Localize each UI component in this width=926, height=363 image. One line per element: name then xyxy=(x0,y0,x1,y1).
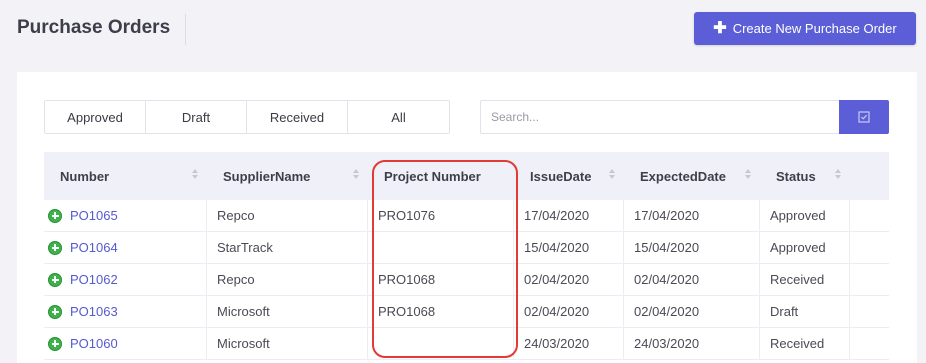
column-label: ExpectedDate xyxy=(640,168,726,184)
expand-row-icon[interactable] xyxy=(48,304,62,319)
expand-row-icon[interactable] xyxy=(48,208,62,223)
header-spacer xyxy=(850,152,889,200)
cell-project-number: PRO1076 xyxy=(368,199,514,232)
cell-project-number: PRO1068 xyxy=(368,295,514,328)
title-divider xyxy=(185,14,186,45)
table-header: Number SupplierName Project Number Issue… xyxy=(44,152,889,200)
column-label: SupplierName xyxy=(223,168,311,184)
cell-expected-date: 15/04/2020 xyxy=(624,231,760,264)
purchase-orders-card: Approved Draft Received All Number Suppl… xyxy=(17,72,917,363)
search-icon xyxy=(858,111,870,123)
column-label: IssueDate xyxy=(530,168,592,184)
cell-issue-date: 15/04/2020 xyxy=(514,231,624,264)
purchase-orders-table: Number SupplierName Project Number Issue… xyxy=(44,152,889,360)
row-spacer xyxy=(850,328,889,360)
sort-icon[interactable] xyxy=(353,169,360,181)
cell-issue-date: 02/04/2020 xyxy=(514,295,624,328)
sort-icon[interactable] xyxy=(609,169,616,181)
cell-issue-date: 24/03/2020 xyxy=(514,327,624,360)
cell-supplier: StarTrack xyxy=(207,231,368,264)
sort-icon[interactable] xyxy=(835,169,842,181)
tab-received[interactable]: Received xyxy=(247,101,348,133)
cell-project-number xyxy=(368,327,514,360)
status-filter-tabs: Approved Draft Received All xyxy=(44,100,450,134)
cell-project-number xyxy=(368,231,514,264)
cell-supplier: Repco xyxy=(207,263,368,296)
cell-number: PO1064 xyxy=(44,231,207,264)
column-label: Number xyxy=(60,168,110,184)
row-spacer xyxy=(850,200,889,232)
search-input[interactable] xyxy=(480,100,839,134)
sort-icon[interactable] xyxy=(192,169,199,181)
tab-all[interactable]: All xyxy=(348,101,449,133)
tab-approved[interactable]: Approved xyxy=(45,101,146,133)
po-number-link[interactable]: PO1063 xyxy=(70,304,118,319)
cell-number: PO1062 xyxy=(44,263,207,296)
cell-expected-date: 02/04/2020 xyxy=(624,263,760,296)
po-number-link[interactable]: PO1064 xyxy=(70,240,118,255)
column-label: Status xyxy=(776,168,816,184)
table-row[interactable]: PO1065 Repco PRO1076 17/04/2020 17/04/20… xyxy=(44,199,889,232)
search-button[interactable] xyxy=(839,100,889,134)
table-row[interactable]: PO1064 StarTrack 15/04/2020 15/04/2020 A… xyxy=(44,231,889,264)
cell-status: Approved xyxy=(760,199,850,232)
cell-issue-date: 02/04/2020 xyxy=(514,263,624,296)
cell-number: PO1065 xyxy=(44,199,207,232)
expand-row-icon[interactable] xyxy=(48,272,62,287)
column-header-status[interactable]: Status xyxy=(760,152,850,200)
plus-icon: ✚ xyxy=(713,19,727,37)
sort-icon[interactable] xyxy=(745,169,752,181)
column-header-expected-date[interactable]: ExpectedDate xyxy=(624,152,760,200)
po-number-link[interactable]: PO1065 xyxy=(70,208,118,223)
column-header-project-number[interactable]: Project Number xyxy=(368,152,514,200)
row-spacer xyxy=(850,232,889,264)
po-number-link[interactable]: PO1060 xyxy=(70,336,118,351)
cell-expected-date: 17/04/2020 xyxy=(624,199,760,232)
column-header-number[interactable]: Number xyxy=(44,152,207,200)
column-label: Project Number xyxy=(384,168,481,184)
page-title: Purchase Orders xyxy=(17,17,171,38)
column-header-supplier[interactable]: SupplierName xyxy=(207,152,368,200)
cell-supplier: Repco xyxy=(207,199,368,232)
expand-row-icon[interactable] xyxy=(48,240,62,255)
cell-supplier: Microsoft xyxy=(207,327,368,360)
row-spacer xyxy=(850,296,889,328)
tab-draft[interactable]: Draft xyxy=(146,101,247,133)
cell-number: PO1060 xyxy=(44,327,207,360)
column-header-issue-date[interactable]: IssueDate xyxy=(514,152,624,200)
cell-status: Received xyxy=(760,263,850,296)
expand-row-icon[interactable] xyxy=(48,336,62,351)
cell-status: Approved xyxy=(760,231,850,264)
cell-status: Draft xyxy=(760,295,850,328)
cell-issue-date: 17/04/2020 xyxy=(514,199,624,232)
create-purchase-order-button[interactable]: ✚ Create New Purchase Order xyxy=(694,12,916,45)
cell-expected-date: 24/03/2020 xyxy=(624,327,760,360)
table-row[interactable]: PO1063 Microsoft PRO1068 02/04/2020 02/0… xyxy=(44,295,889,328)
row-spacer xyxy=(850,264,889,296)
cell-status: Received xyxy=(760,327,850,360)
po-number-link[interactable]: PO1062 xyxy=(70,272,118,287)
cell-supplier: Microsoft xyxy=(207,295,368,328)
cell-project-number: PRO1068 xyxy=(368,263,514,296)
table-row[interactable]: PO1060 Microsoft 24/03/2020 24/03/2020 R… xyxy=(44,327,889,360)
create-button-label: Create New Purchase Order xyxy=(732,21,897,36)
table-row[interactable]: PO1062 Repco PRO1068 02/04/2020 02/04/20… xyxy=(44,263,889,296)
cell-expected-date: 02/04/2020 xyxy=(624,295,760,328)
cell-number: PO1063 xyxy=(44,295,207,328)
